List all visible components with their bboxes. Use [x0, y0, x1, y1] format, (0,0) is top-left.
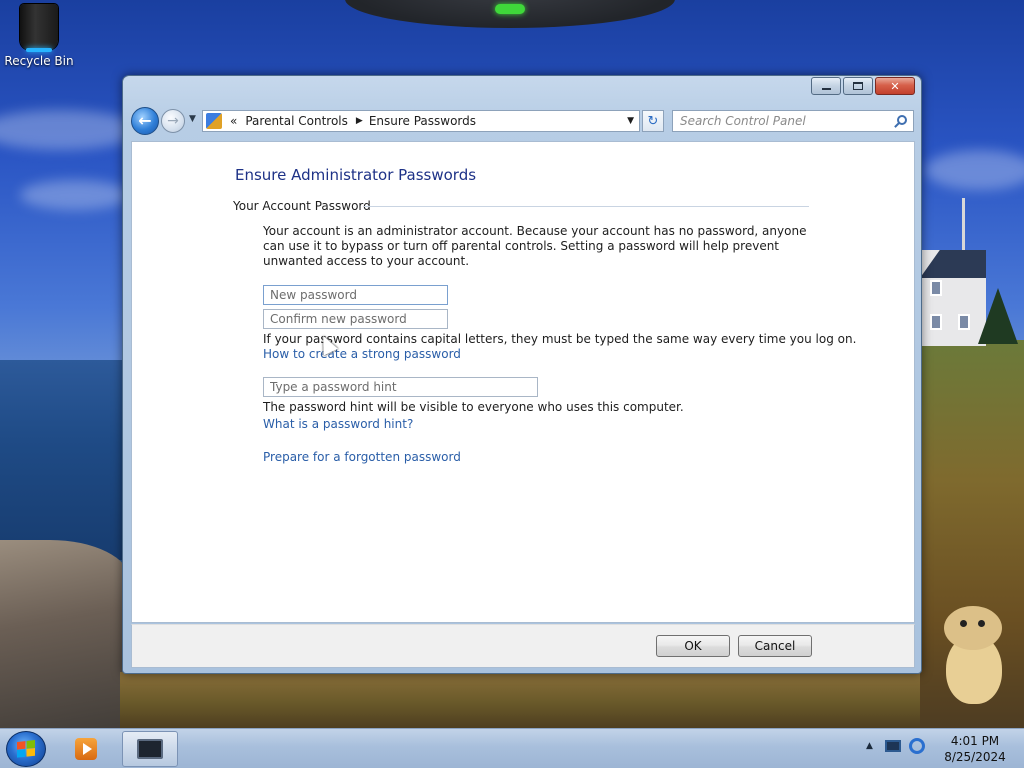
content-pane: Ensure Administrator Passwords Your Acco…	[131, 141, 915, 623]
wallpaper-cloud	[0, 110, 140, 150]
breadcrumb-parental-controls[interactable]: Parental Controls	[245, 114, 348, 128]
search-placeholder: Search Control Panel	[680, 114, 806, 128]
show-hidden-icons-icon[interactable]: ▲	[866, 741, 873, 751]
hamster-head	[944, 606, 1002, 650]
system-tray: ▲	[866, 738, 925, 754]
forgotten-password-link[interactable]: Prepare for a forgotten password	[263, 450, 461, 464]
control-panel-window-icon	[137, 739, 163, 759]
confirm-password-field[interactable]	[263, 309, 448, 329]
address-bar[interactable]: « Parental Controls ▶ Ensure Passwords ▼	[202, 110, 640, 132]
recent-pages-dropdown[interactable]: ▼	[189, 114, 196, 124]
close-button[interactable]: ✕	[875, 77, 915, 95]
refresh-icon: ↻	[647, 113, 659, 129]
new-password-field[interactable]	[263, 285, 448, 305]
capital-letters-note: If your password contains capital letter…	[263, 332, 857, 346]
recycle-bin-shortcut[interactable]: Recycle Bin	[4, 4, 74, 68]
clock-date: 8/25/2024	[944, 750, 1006, 764]
page-title: Ensure Administrator Passwords	[235, 166, 477, 184]
back-arrow-icon: ←	[138, 111, 152, 130]
section-divider	[364, 206, 809, 207]
network-icon[interactable]	[884, 740, 901, 752]
account-description: Your account is an administrator account…	[263, 224, 807, 268]
chevron-down-icon: ▼	[189, 114, 196, 124]
internet-explorer-icon[interactable]	[908, 738, 925, 754]
password-hint-help-link[interactable]: What is a password hint?	[263, 417, 413, 431]
top-gadget	[345, 0, 675, 28]
start-button[interactable]	[6, 731, 46, 767]
close-icon: ✕	[890, 79, 900, 93]
wallpaper-shore	[120, 672, 920, 732]
forward-button[interactable]: →	[161, 109, 185, 133]
wallpaper-rocks	[0, 540, 130, 740]
password-hint-field[interactable]	[263, 377, 538, 397]
hint-visibility-note: The password hint will be visible to eve…	[263, 400, 684, 414]
breadcrumb-separator-icon[interactable]: ▶	[356, 116, 363, 126]
taskbar: ▲ 4:01 PM 8/25/2024	[0, 728, 1024, 768]
refresh-button[interactable]: ↻	[642, 110, 664, 132]
recycle-bin-icon	[20, 4, 58, 52]
caption-buttons: ✕	[809, 77, 915, 95]
ok-button[interactable]: OK	[656, 635, 730, 657]
search-icon[interactable]	[897, 115, 907, 125]
windows-logo-icon	[17, 740, 35, 758]
strong-password-link[interactable]: How to create a strong password	[263, 347, 461, 361]
taskbar-media-player[interactable]	[58, 731, 114, 767]
address-dropdown-icon[interactable]: ▼	[627, 116, 634, 126]
minimize-icon	[821, 88, 831, 90]
wallpaper-cloud	[20, 180, 130, 210]
section-title: Your Account Password	[233, 199, 371, 213]
media-player-icon	[75, 738, 97, 760]
maximize-button[interactable]	[843, 77, 873, 95]
navigation-bar: ← → ▼ « Parental Controls ▶ Ensure Passw…	[131, 106, 915, 136]
control-panel-window: ✕ ← → ▼ « Parental Controls ▶ Ensure Pas…	[122, 75, 922, 674]
clock-time: 4:01 PM	[950, 734, 1000, 748]
dialog-footer: OK Cancel	[131, 624, 915, 668]
breadcrumb-overflow[interactable]: «	[230, 114, 237, 128]
search-box[interactable]: Search Control Panel	[672, 110, 914, 132]
taskbar-clock[interactable]: 4:01 PM 8/25/2024	[940, 733, 1010, 765]
taskbar-control-panel[interactable]	[122, 731, 178, 767]
control-panel-icon	[206, 113, 222, 129]
recycle-bin-label: Recycle Bin	[4, 54, 74, 68]
breadcrumb-ensure-passwords[interactable]: Ensure Passwords	[369, 114, 476, 128]
maximize-icon	[853, 82, 863, 90]
cancel-button[interactable]: Cancel	[738, 635, 812, 657]
back-button[interactable]: ←	[131, 107, 159, 135]
gadget-indicator-icon	[495, 4, 525, 14]
wallpaper-cloud	[925, 150, 1024, 190]
minimize-button[interactable]	[811, 77, 841, 95]
forward-arrow-icon: →	[167, 113, 179, 129]
hamster-gadget[interactable]	[940, 606, 1006, 706]
